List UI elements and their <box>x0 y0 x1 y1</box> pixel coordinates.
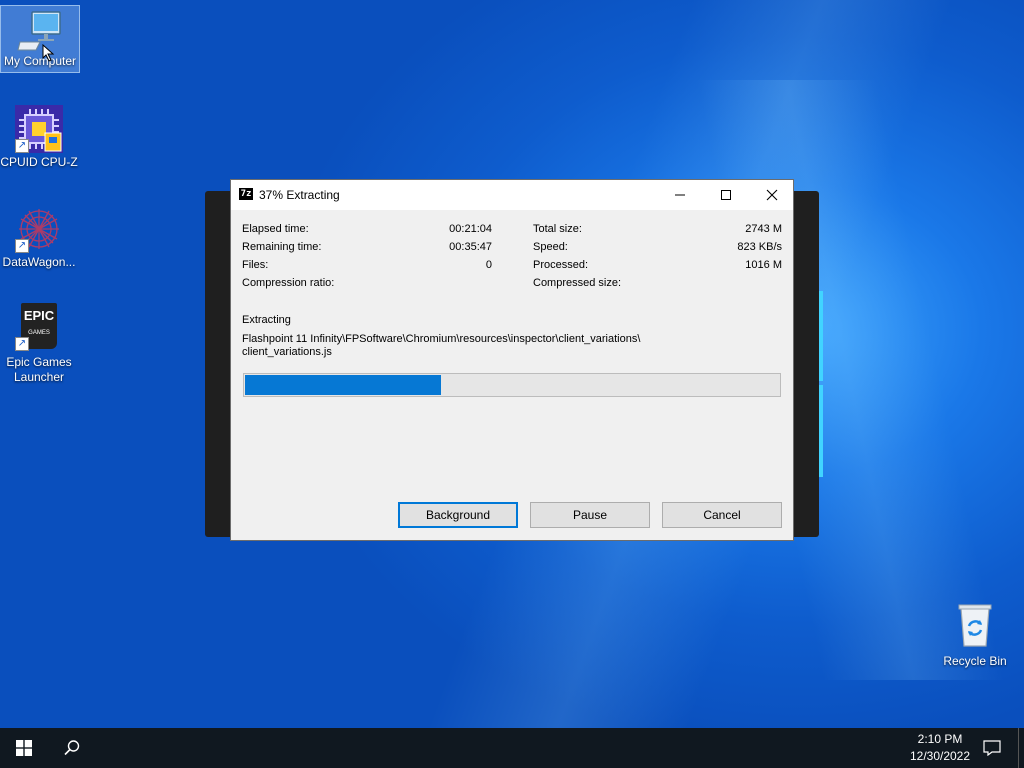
epic-games-icon: EPIC GAMES ↗ <box>15 303 63 351</box>
stat-value: 0 <box>485 259 492 271</box>
stat-total-size: Total size: 2743 M <box>533 221 783 237</box>
desktop-icon-label: CPUID CPU-Z <box>0 155 78 169</box>
minimize-button[interactable] <box>657 180 703 210</box>
stat-elapsed-time: Elapsed time: 00:21:04 <box>242 221 492 237</box>
windows-logo-icon <box>16 740 32 756</box>
pause-button[interactable]: Pause <box>530 502 650 528</box>
desktop-icon-label: DataWagon... <box>2 255 76 269</box>
minimize-icon <box>675 194 685 196</box>
shortcut-arrow-icon: ↗ <box>15 337 29 351</box>
notification-icon <box>983 740 1001 756</box>
datawagon-icon: ↗ <box>15 205 63 253</box>
stat-compression-ratio: Compression ratio: <box>242 275 492 291</box>
start-button[interactable] <box>0 728 48 768</box>
stat-label: Files: <box>242 259 269 271</box>
cpu-icon: ↗ <box>15 105 63 153</box>
stat-value: 2743 M <box>745 223 782 235</box>
epic-logo-text: EPIC <box>23 308 55 323</box>
desktop-icon-label: Recycle Bin <box>943 654 1007 668</box>
show-desktop-button[interactable] <box>1018 728 1024 768</box>
current-file-path-line1: Flashpoint 11 Infinity\FPSoftware\Chromi… <box>242 333 641 345</box>
close-icon <box>766 189 778 201</box>
stat-value: 1016 M <box>745 259 782 271</box>
shortcut-arrow-icon: ↗ <box>15 239 29 253</box>
stat-remaining-time: Remaining time: 00:35:47 <box>242 239 492 255</box>
stat-compressed-size: Compressed size: <box>533 275 783 291</box>
background-button[interactable]: Background <box>398 502 518 528</box>
maximize-button[interactable] <box>703 180 749 210</box>
title-bar[interactable]: 7z 37% Extracting <box>231 180 793 210</box>
stat-files: Files: 0 <box>242 257 492 273</box>
current-file-path-line2: client_variations.js <box>242 346 332 358</box>
stat-label: Compression ratio: <box>242 277 335 289</box>
current-file-path: Flashpoint 11 Infinity\FPSoftware\Chromi… <box>242 333 782 359</box>
extraction-progress-dialog: 7z 37% Extracting Elapsed time: 00:21:04… <box>230 179 794 541</box>
stat-value: 00:35:47 <box>449 241 492 253</box>
search-button[interactable] <box>48 728 96 768</box>
epic-logo-subtext: GAMES <box>28 330 50 336</box>
7zip-app-icon: 7z <box>239 188 253 200</box>
stat-speed: Speed: 823 KB/s <box>533 239 783 255</box>
cancel-button[interactable]: Cancel <box>662 502 782 528</box>
maximize-icon <box>721 190 731 200</box>
window-title: 37% Extracting <box>259 188 340 202</box>
stat-label: Compressed size: <box>533 277 622 289</box>
recycle-bin-icon <box>951 600 999 648</box>
search-icon <box>64 740 80 756</box>
stat-label: Speed: <box>533 241 568 253</box>
action-center-button[interactable] <box>970 728 1014 768</box>
shortcut-arrow-icon: ↗ <box>15 139 29 153</box>
taskbar: 2:10 PM 12/30/2022 <box>0 728 1024 768</box>
stat-label: Processed: <box>533 259 589 271</box>
desktop-icon-label: Epic Games Launcher <box>6 355 72 384</box>
stat-label: Elapsed time: <box>242 223 309 235</box>
desktop-icon-cpuid-cpu-z[interactable]: ↗ CPUID CPU-Z <box>0 105 78 171</box>
stat-value: 823 KB/s <box>737 241 782 253</box>
desktop-icon-label: My Computer <box>3 54 77 68</box>
desktop-icon-my-computer[interactable]: My Computer <box>0 5 80 73</box>
stat-label: Remaining time: <box>242 241 322 253</box>
monitor-icon <box>16 6 64 62</box>
stat-processed: Processed: 1016 M <box>533 257 783 273</box>
status-label: Extracting <box>242 314 291 326</box>
stat-value: 00:21:04 <box>449 223 492 235</box>
desktop[interactable]: My Computer ↗ CPUID CPU-Z ↗ DataWagon...… <box>0 0 1024 728</box>
desktop-icon-epic-games-launcher[interactable]: EPIC GAMES ↗ Epic Games Launcher <box>0 303 78 387</box>
progress-bar-fill <box>245 375 442 395</box>
progress-bar <box>243 373 781 397</box>
desktop-icon-datawagon[interactable]: ↗ DataWagon... <box>0 205 78 271</box>
stat-label: Total size: <box>533 223 582 235</box>
desktop-icon-recycle-bin[interactable]: Recycle Bin <box>936 600 1014 670</box>
close-button[interactable] <box>749 180 795 210</box>
